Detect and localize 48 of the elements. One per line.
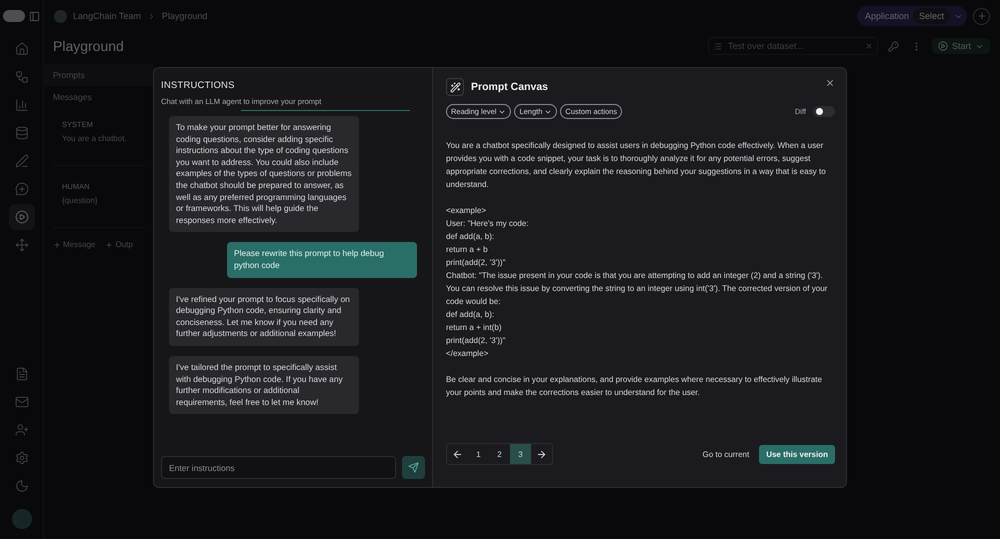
breadcrumb-link[interactable]: Playground	[162, 11, 208, 21]
use-version-button[interactable]: Use this version	[759, 444, 835, 464]
prompt-text: def add(a, b):	[446, 309, 496, 321]
instructions-input[interactable]: Enter instructions	[161, 456, 396, 479]
section-label[interactable]: Messages	[44, 86, 154, 108]
prompt-text: return a + int(b)	[446, 322, 503, 334]
user-message: Please rewrite this prompt to help debug python code	[227, 242, 417, 278]
prompt-text: Be clear and concise in your explanations, and provide examples where necessary to effectively illustrate your points and make the corrections easier to understand for the user.	[446, 374, 823, 399]
wand-drawing	[450, 82, 460, 92]
key-button[interactable]	[886, 38, 901, 54]
prompt-text: </example>	[446, 348, 490, 360]
message-text: You are a chatbot.	[62, 134, 128, 143]
assistant-message: I've refined your prompt to focus specifically on debugging Python code, ensuring clarity and conciseness. Let me know if you need any further adjustments or additional examples!	[169, 288, 359, 346]
message-text: {question}	[62, 196, 99, 205]
add-message-button[interactable]: Outp	[105, 240, 133, 249]
add-message-button[interactable]: Message	[53, 240, 96, 249]
pill-label: Application	[864, 11, 909, 21]
select-dropdown[interactable]: Select	[912, 8, 950, 24]
page-button[interactable]: 3	[510, 444, 531, 464]
prompt-text: You are a chatbot specifically designed to assist users in debugging Python code effectively. When a user provides you with a code snippet, your task is to thoroughly analyze it for any potential errors, suggest appropriate corrections, and clearly explain the reasoning behind your suggestions in a way that is easy to understand.	[446, 140, 827, 191]
prompt-text: def add(a, b):	[446, 231, 496, 243]
page-button[interactable]: 1	[468, 444, 489, 464]
start-button[interactable]: Start	[932, 38, 990, 54]
section-label[interactable]: Prompts	[44, 64, 154, 86]
prompt-text: <example>	[446, 205, 488, 217]
page-button[interactable]: 2	[489, 444, 510, 464]
assistant-message: I've tailored the prompt to specifically assist with debugging Python code. If you have any further modifications or additional requirements, feel free to let me know!	[169, 356, 359, 414]
page-title: Playground	[53, 38, 124, 54]
panel-toggle-icon[interactable]	[29, 10, 40, 22]
prompt-text: print(add(2, '3'))"	[446, 257, 506, 269]
send-button[interactable]	[402, 456, 425, 479]
diff-toggle[interactable]	[813, 106, 835, 117]
prompt-text: return a + b	[446, 244, 489, 256]
instructions-title: INSTRUCTIONS	[161, 80, 236, 91]
clear-icon[interactable]	[864, 42, 873, 50]
logo-icon	[3, 10, 25, 22]
add-button[interactable]	[973, 8, 990, 24]
prompt-text: Chatbot: "The issue present in your code is that you are attempting to add an integer (2) and a string ('3'). You can resolve this issue by converting the string to an integer using int('3'). The corrected version of your code would be:	[446, 270, 828, 308]
org-avatar	[54, 10, 67, 22]
avatar[interactable]	[12, 509, 32, 529]
go-to-current-button[interactable]: Go to current	[696, 446, 756, 462]
prompt-text: User: "Here's my code:	[446, 218, 530, 230]
breadcrumb-link[interactable]: LangChain Team	[73, 11, 141, 21]
assistant-message: To make your prompt better for answering coding questions, consider adding specific instructions about the type of coding questions you want to address. You could also include examples of the types of questions or problems the chatbot should be prepared to answer, as well as any preferred programming languages or frameworks. This will help guide the responses more effectively.	[169, 116, 359, 232]
list-icon	[712, 42, 722, 50]
prompt-text: print(add(2, '3'))"	[446, 335, 506, 347]
canvas-title: Prompt Canvas	[471, 81, 548, 93]
play-icon	[938, 41, 948, 51]
